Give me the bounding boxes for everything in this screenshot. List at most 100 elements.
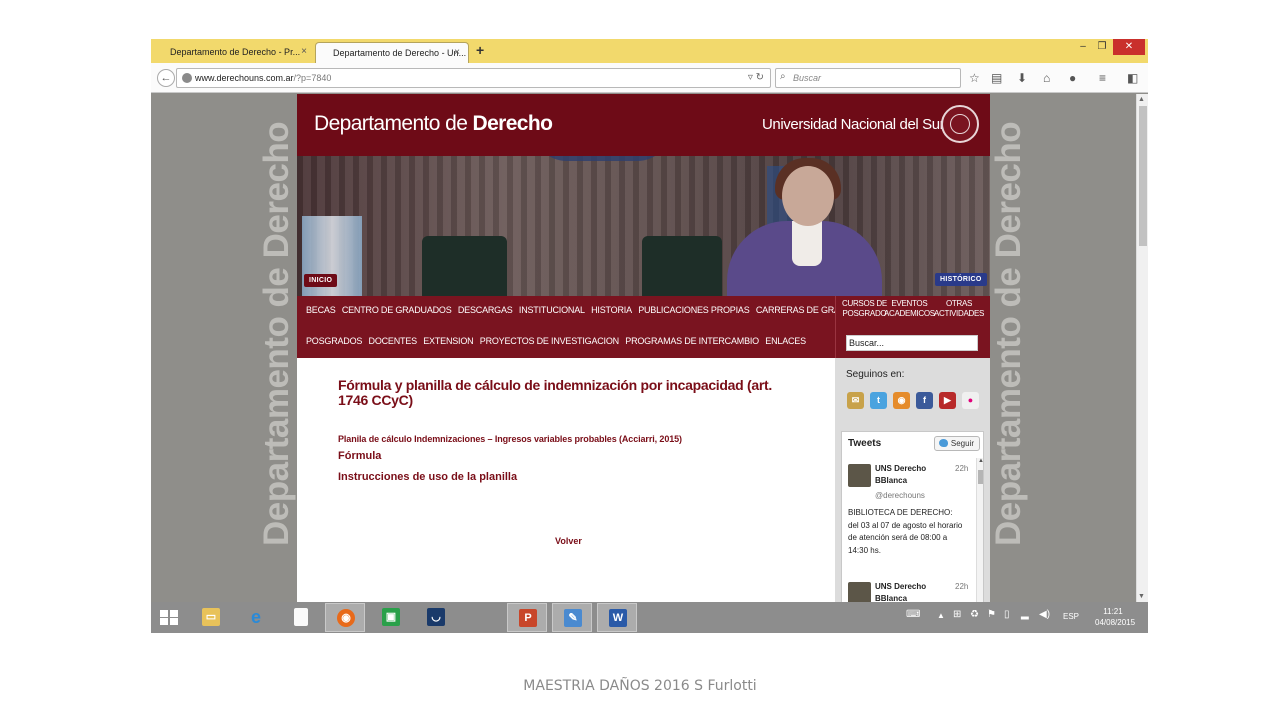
document-taskbar-button[interactable] — [281, 603, 321, 632]
firefox-taskbar-button[interactable]: ◉ — [325, 603, 365, 632]
tweet-author[interactable]: UNS Derecho BBlanca — [875, 581, 943, 602]
back-link[interactable]: Volver — [555, 536, 582, 546]
signal-icon[interactable]: ▂ — [1021, 609, 1029, 620]
bookmarks-list-icon[interactable]: ▤ — [991, 71, 1002, 85]
menu-item-docentes[interactable]: DOCENTES — [369, 336, 418, 346]
paint-taskbar-button[interactable]: ✎ — [552, 603, 592, 632]
firefox-icon: ◉ — [337, 609, 355, 627]
volume-icon[interactable]: ◀) — [1039, 609, 1050, 620]
search-input[interactable]: ⌕ Buscar — [775, 68, 961, 88]
article-subtitle-link[interactable]: Planila de cálculo Indemnizaciones – Ing… — [338, 434, 682, 444]
bookmark-star-icon[interactable]: ☆ — [969, 71, 980, 85]
site-header: Departamento de Derecho Universidad Naci… — [297, 94, 990, 156]
article-title: Fórmula y planilla de cálculo de indemni… — [338, 377, 772, 408]
sync-icon[interactable]: ♻ — [970, 609, 979, 620]
tab-active[interactable]: Departamento de Derecho - Un... × — [315, 42, 469, 63]
website: Departamento de Derecho Universidad Naci… — [297, 94, 990, 602]
download-icon[interactable]: ⬇ — [1017, 71, 1027, 85]
menu-item-becas[interactable]: BECAS — [306, 305, 336, 315]
word-taskbar-button[interactable]: W — [597, 603, 637, 632]
store-taskbar-button[interactable]: ▣ — [371, 603, 411, 632]
main-menu-row-1: BECAS CENTRO DE GRADUADOS DESCARGAS INST… — [297, 296, 853, 327]
close-window-button[interactable]: ✕ — [1113, 39, 1145, 55]
url-bar[interactable]: www.derechouns.com.ar/?p=7840 ▿ ↻ — [176, 68, 771, 88]
slide-footer: MAESTRIA DAÑOS 2016 S Furlotti — [523, 678, 757, 694]
flag-icon[interactable]: ⚑ — [987, 609, 996, 620]
twitter-icon[interactable]: t — [870, 392, 887, 409]
university-name[interactable]: Universidad Nacional del Sur — [762, 116, 945, 133]
device-icon[interactable]: ▯ — [1004, 609, 1010, 620]
app-taskbar-button[interactable]: ◡ — [416, 603, 456, 632]
windows-tray-icon[interactable]: ⊞ — [953, 609, 961, 620]
menu-item-descargas[interactable]: DESCARGAS — [458, 305, 513, 315]
keyboard-icon[interactable]: ⌨ — [906, 609, 920, 620]
reload-icon[interactable]: ▿ ↻ — [748, 72, 764, 83]
scroll-down-icon[interactable]: ▼ — [1138, 593, 1145, 600]
close-icon[interactable]: × — [301, 46, 307, 57]
menu-item-proyectos[interactable]: PROYECTOS DE INVESTIGACION — [480, 336, 619, 346]
minimize-button[interactable]: – — [1076, 39, 1090, 55]
tweet-time[interactable]: 22h — [955, 464, 968, 473]
back-button[interactable]: ← — [157, 69, 175, 87]
menu-item-otras-actividades[interactable]: OTRAS ACTIVIDADES — [934, 299, 984, 319]
store-icon: ▣ — [382, 608, 400, 626]
scroll-up-icon[interactable]: ▲ — [1138, 96, 1145, 103]
historico-badge[interactable]: HISTÓRICO — [935, 273, 987, 286]
menu-item-publicaciones[interactable]: PUBLICACIONES PROPIAS — [638, 305, 750, 315]
language-indicator[interactable]: ESP — [1063, 612, 1079, 621]
sidebar-icon[interactable]: ◧ — [1127, 71, 1138, 85]
facebook-icon[interactable]: f — [916, 392, 933, 409]
tweet-author[interactable]: UNS Derecho BBlanca — [875, 463, 943, 487]
follow-label: Seguinos en: — [846, 369, 905, 380]
email-icon[interactable]: ✉ — [847, 392, 864, 409]
tab-inactive[interactable]: Departamento de Derecho - Pr... × — [153, 42, 315, 63]
menu-item-enlaces[interactable]: ENLACES — [765, 336, 806, 346]
menu-item-intercambio[interactable]: PROGRAMAS DE INTERCAMBIO — [625, 336, 759, 346]
menu-item-centro-graduados[interactable]: CENTRO DE GRADUADOS — [342, 305, 452, 315]
clock[interactable]: 11:21 04/08/2015 — [1095, 606, 1135, 628]
navigation-bar: ← www.derechouns.com.ar/?p=7840 ▿ ↻ ⌕ Bu… — [151, 63, 1148, 93]
menu-item-extension[interactable]: EXTENSION — [423, 336, 473, 346]
page-scrollbar[interactable]: ▲ ▼ — [1136, 94, 1148, 602]
windows-start-icon[interactable] — [160, 610, 178, 625]
follow-button[interactable]: Seguir — [934, 436, 980, 451]
tweets-scrollbar[interactable]: ▲ — [976, 458, 983, 602]
scroll-up-icon[interactable]: ▲ — [978, 458, 983, 464]
powerpoint-icon: P — [519, 609, 537, 627]
tray-expand-icon[interactable]: ▲ — [937, 611, 945, 620]
youtube-icon[interactable]: ▶ — [939, 392, 956, 409]
avatar[interactable] — [848, 464, 871, 487]
menu-item-eventos-academicos[interactable]: EVENTOS ACADEMICOS — [884, 299, 935, 319]
menu-item-historia[interactable]: HISTORIA — [591, 305, 632, 315]
browser-screenshot: Departamento de Derecho - Pr... × Depart… — [151, 39, 1148, 633]
close-icon[interactable]: × — [454, 47, 460, 58]
hero-banner: INICIO HISTÓRICO — [297, 156, 990, 296]
home-icon[interactable]: ⌂ — [1043, 71, 1050, 85]
tweet-handle[interactable]: @derechouns — [875, 491, 925, 500]
internet-explorer-taskbar-button[interactable]: e — [236, 603, 276, 632]
menu-item-cursos-posgrado[interactable]: CURSOS DE POSGRADO — [842, 299, 887, 319]
instructions-link[interactable]: Instrucciones de uso de la planilla — [338, 471, 517, 483]
twitter-bird-icon — [939, 439, 948, 447]
chat-icon[interactable]: ● — [1069, 71, 1076, 85]
site-title[interactable]: Departamento de Derecho — [314, 112, 553, 136]
tab-label: Departamento de Derecho - Un... — [333, 48, 467, 58]
menu-icon[interactable]: ≡ — [1099, 71, 1106, 85]
maximize-button[interactable]: ❐ — [1095, 39, 1109, 55]
tweet-time[interactable]: 22h — [955, 582, 968, 591]
new-tab-button[interactable]: + — [476, 42, 484, 58]
menu-item-institucional[interactable]: INSTITUCIONAL — [519, 305, 585, 315]
inicio-badge[interactable]: INICIO — [304, 274, 338, 287]
tab-label: Departamento de Derecho - Pr... — [170, 47, 301, 57]
avatar[interactable] — [848, 582, 871, 602]
formula-link[interactable]: Fórmula — [338, 450, 381, 462]
menu-item-posgrados[interactable]: POSGRADOS — [306, 336, 362, 346]
flickr-icon[interactable]: ● — [962, 392, 979, 409]
rss-icon[interactable]: ◉ — [893, 392, 910, 409]
scroll-thumb[interactable] — [978, 470, 983, 484]
site-search-input[interactable] — [846, 335, 978, 351]
tweets-widget: Tweets Seguir UNS Derecho BBlanca @derec… — [841, 431, 984, 602]
scroll-thumb[interactable] — [1139, 106, 1147, 246]
file-explorer-taskbar-button[interactable]: ▭ — [191, 603, 231, 632]
powerpoint-taskbar-button[interactable]: P — [507, 603, 547, 632]
